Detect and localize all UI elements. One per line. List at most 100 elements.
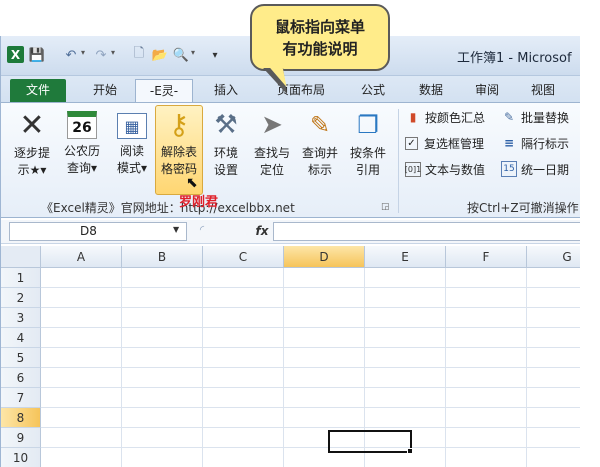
reference-icon: ❐ <box>357 111 379 139</box>
new-document-icon[interactable]: 🗋 <box>131 46 147 64</box>
environment-settings-button[interactable]: ⚒ 环境 设置 <box>203 107 249 193</box>
key-icon: ⚷ <box>168 107 190 141</box>
button-label: 公农历 <box>63 144 100 158</box>
formula-input[interactable] <box>273 222 580 241</box>
color-summary-icon: ▮ <box>409 110 417 124</box>
query-mark-button[interactable]: ✎ 查询并 标示 <box>297 107 343 193</box>
select-all-corner[interactable] <box>1 246 41 268</box>
save-icon[interactable]: 💾 <box>29 46 45 64</box>
checkbox-icon: ✓ <box>405 136 418 150</box>
button-label: 模式▾ <box>116 161 148 175</box>
step-hint-button[interactable]: ✕ 逐步提 示★▾ <box>9 107 55 193</box>
callout-line: 有功能说明 <box>282 40 358 58</box>
row-header[interactable]: 6 <box>1 368 41 388</box>
tools-icon: ⚒ <box>214 110 238 140</box>
worksheet-grid: A B C D E F G 1 2 3 4 5 6 7 8 9 10 <box>1 246 580 467</box>
tooltip-callout: 鼠标指向菜单 有功能说明 <box>250 4 390 71</box>
calendar-icon: 26 <box>67 111 97 139</box>
window-title: 工作簿1 - Microsof <box>457 51 572 66</box>
column-header[interactable]: D <box>284 246 365 268</box>
undo-dropdown-icon[interactable]: ▾ <box>81 48 85 57</box>
row-header[interactable]: 3 <box>1 308 41 328</box>
row-header[interactable]: 9 <box>1 428 41 448</box>
tab-formulas[interactable]: 公式 <box>351 79 395 102</box>
group-label: 按Ctrl+Z可撤消操作 <box>467 201 579 215</box>
mouse-cursor-icon: ⬉ <box>186 175 198 191</box>
excel-logo-icon[interactable]: X <box>7 46 24 63</box>
edit-mark-icon: ✎ <box>309 111 331 139</box>
button-label: 文本与数值 <box>425 162 486 177</box>
insert-function-icon[interactable]: fx <box>253 222 271 241</box>
color-summary-button[interactable]: ▮ 按颜色汇总 <box>405 107 485 127</box>
column-header[interactable]: F <box>446 246 527 268</box>
tab-review[interactable]: 审阅 <box>465 79 509 102</box>
column-header[interactable]: B <box>122 246 203 268</box>
chevron-down-icon[interactable]: ▼ <box>173 225 179 234</box>
alternate-rows-icon: ≡ <box>503 136 515 150</box>
button-label: 统一日期 <box>521 162 570 177</box>
column-header[interactable]: C <box>203 246 284 268</box>
button-label: 查询▾ <box>66 161 98 175</box>
fill-handle[interactable] <box>407 448 413 454</box>
button-label: 定位 <box>259 163 284 177</box>
cell-area[interactable] <box>41 268 580 467</box>
active-cell[interactable] <box>328 430 412 453</box>
button-label: 示★▾ <box>17 163 47 177</box>
button-label: 按颜色汇总 <box>425 110 486 125</box>
tab-home[interactable]: 开始 <box>81 79 129 102</box>
undo-icon[interactable]: ↶ <box>63 46 79 64</box>
column-header[interactable]: A <box>41 246 122 268</box>
print-preview-icon[interactable]: 🔍 <box>173 46 189 64</box>
row-header[interactable]: 5 <box>1 348 41 368</box>
redo-icon[interactable]: ↷ <box>93 46 109 64</box>
button-label: 按条件 <box>349 146 386 160</box>
column-header[interactable]: G <box>527 246 580 268</box>
button-label: 标示 <box>307 163 332 177</box>
reading-mode-button[interactable]: ▦ 阅读 模式▾ <box>109 107 155 193</box>
button-label: 复选框管理 <box>424 136 485 151</box>
excel-window: X 💾 ↶ ▾ ↷ ▾ 🗋 📂 🔍 ▾ ▾ 工作簿1 - Microsof 文件… <box>0 36 580 467</box>
row-header[interactable]: 1 <box>1 268 41 288</box>
conditional-reference-button[interactable]: ❐ 按条件 引用 <box>345 107 391 193</box>
find-locate-button[interactable]: ➤ 查找与 定位 <box>249 107 295 193</box>
tab-insert[interactable]: 插入 <box>203 79 249 102</box>
button-label: 阅读 <box>119 144 144 158</box>
name-box[interactable]: D8 <box>9 222 187 241</box>
group-divider <box>398 109 399 213</box>
open-folder-icon[interactable]: 📂 <box>151 46 169 64</box>
text-number-icon: [0]1 <box>405 161 421 177</box>
button-label: 查找与 <box>253 146 290 160</box>
button-label: 隔行标示 <box>521 136 570 151</box>
dialog-launcher-icon[interactable]: ◲ <box>381 202 390 212</box>
row-header[interactable]: 2 <box>1 288 41 308</box>
redo-dropdown-icon[interactable]: ▾ <box>111 48 115 57</box>
button-label: 查询并 <box>301 146 338 160</box>
tab-data[interactable]: 数据 <box>409 79 453 102</box>
tab-file[interactable]: 文件 <box>10 79 66 102</box>
checkbox-manage-button[interactable]: ✓ 复选框管理 <box>405 133 484 153</box>
author-overlay-text: 罗刚君 <box>179 195 219 210</box>
button-label: 解除表 <box>160 145 197 159</box>
customize-quick-access-icon[interactable]: ▾ <box>208 46 222 64</box>
column-header[interactable]: E <box>365 246 446 268</box>
calendar-query-button[interactable]: 26 公农历 查询▾ <box>59 107 105 193</box>
batch-replace-button[interactable]: ✎ 批量替换 <box>501 107 569 127</box>
callout-line: 鼠标指向菜单 <box>274 18 365 36</box>
print-dropdown-icon[interactable]: ▾ <box>191 48 195 57</box>
text-number-button[interactable]: [0]1 文本与数值 <box>405 159 485 179</box>
alternate-rows-button[interactable]: ≡ 隔行标示 <box>501 133 569 153</box>
tab-e-ling[interactable]: -E灵- <box>135 79 193 102</box>
formula-cancel-icon[interactable]: ◜ <box>191 223 213 240</box>
row-header[interactable]: 7 <box>1 388 41 408</box>
button-label: 环境 <box>213 146 238 160</box>
button-label: 批量替换 <box>521 110 570 125</box>
row-header[interactable]: 8 <box>1 408 41 428</box>
row-header[interactable]: 10 <box>1 448 41 467</box>
tab-view[interactable]: 视图 <box>521 79 565 102</box>
row-header[interactable]: 4 <box>1 328 41 348</box>
close-x-icon: ✕ <box>19 107 45 143</box>
formula-bar: D8 ▼ ◜ fx <box>1 220 580 244</box>
ribbon: ✕ 逐步提 示★▾ 26 公农历 查询▾ ▦ 阅读 模式▾ ⚷ 解除表 格密码 … <box>1 102 580 218</box>
reading-mode-icon: ▦ <box>117 113 147 139</box>
unify-date-button[interactable]: 15 统一日期 <box>501 159 569 179</box>
